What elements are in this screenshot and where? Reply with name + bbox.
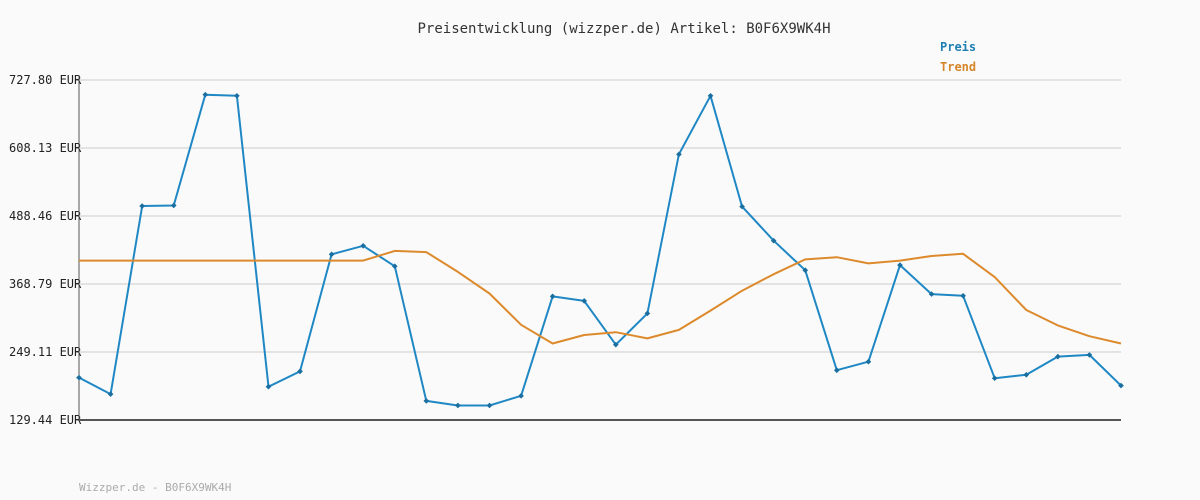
price-chart: Preisentwicklung (wizzper.de) Artikel: B… [9,21,1124,494]
series-lines [76,91,1124,409]
y-tick-label: 249.11 EUR [9,345,82,359]
legend-entry-trend: Trend [940,60,976,74]
series-line-preis [78,93,1122,407]
data-point [833,367,840,374]
footer-credit: Wizzper.de - B0F6X9WK4H [79,481,231,494]
data-point [549,293,556,300]
data-point [518,392,524,399]
gridlines [79,79,1121,354]
data-point [202,91,209,98]
data-point [139,203,145,209]
data-point [991,375,998,382]
y-tick-label: 727.80 EUR [9,73,82,87]
chart-title: Preisentwicklung (wizzper.de) Artikel: B… [417,21,830,37]
data-point [486,402,493,409]
data-point [328,251,335,258]
data-point [960,292,966,299]
y-tick-label: 129.44 EUR [9,413,82,427]
data-point [423,398,430,404]
legend-entry-preis: Preis [940,40,976,54]
y-tick-label: 368.79 EUR [9,277,82,291]
y-axis-ticks: 727.80 EUR 608.13 EUR 488.46 EUR 368.79 EUR… [9,73,82,427]
data-point [170,202,177,209]
y-tick-label: 488.46 EUR [9,209,82,223]
data-point [455,402,461,409]
data-point [865,358,872,365]
data-point [234,92,240,99]
y-tick-label: 608.13 EUR [9,141,82,155]
